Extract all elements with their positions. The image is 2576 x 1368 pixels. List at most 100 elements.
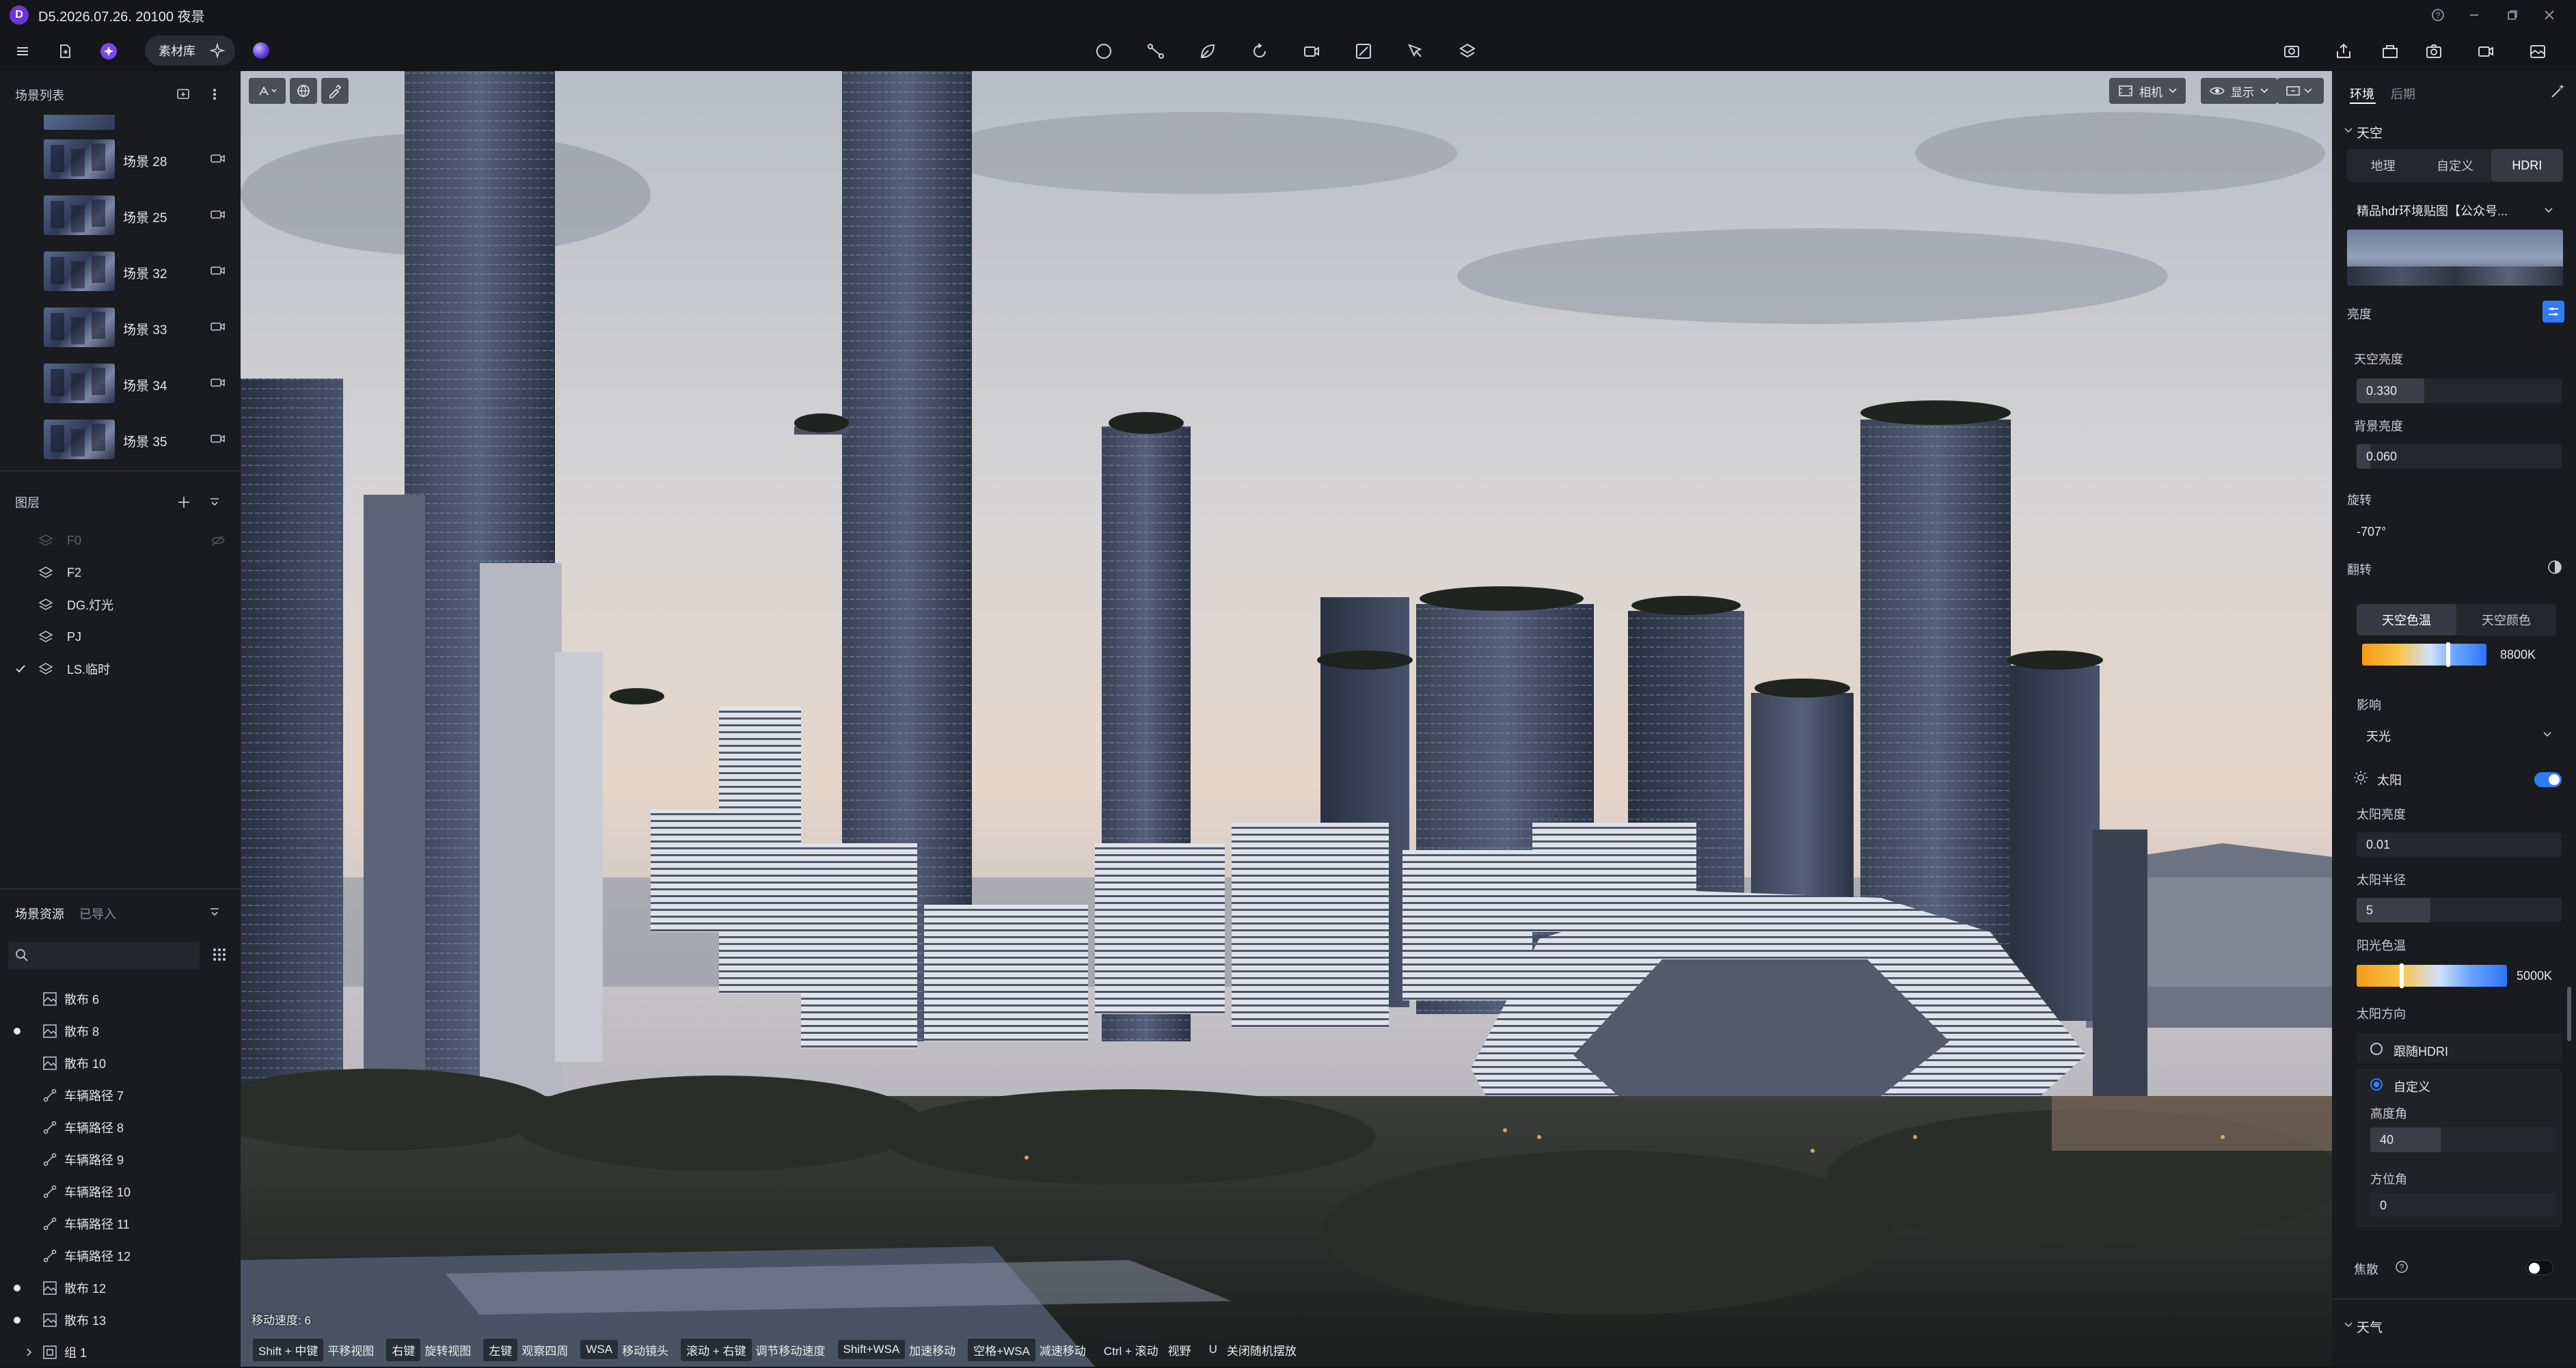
asset-list-item[interactable]: 车辆路径 9 — [0, 1143, 241, 1175]
scene-list-item[interactable]: 场景 28 — [44, 138, 241, 182]
sky-temperature-slider[interactable] — [2362, 642, 2486, 667]
scene-list-item[interactable]: 场景 33 — [44, 306, 241, 350]
screenshot-camera-icon[interactable] — [2421, 38, 2447, 64]
right-panel-scrollbar[interactable] — [2567, 987, 2571, 1041]
panorama-icon[interactable] — [2525, 38, 2551, 64]
asset-search-input[interactable] — [8, 942, 200, 969]
bg-brightness-slider[interactable]: 0.060 — [2357, 444, 2562, 469]
chevron-down-icon[interactable] — [2344, 127, 2353, 134]
3d-viewport[interactable]: 相机 显示 移动速度: 6 Shift + 中键 平移视图 右键 旋转视图 左键 观察四周… — [241, 71, 2332, 1367]
minimize-button[interactable] — [2463, 4, 2485, 26]
asset-list-item[interactable]: 散布 8 — [0, 1015, 241, 1047]
follow-hdri-option[interactable]: 跟随HDRI — [2357, 1033, 2562, 1063]
hdri-select[interactable]: 精品hdr环境贴图【公众号... — [2347, 197, 2563, 224]
tab-sky-color[interactable]: 天空颜色 — [2456, 604, 2556, 635]
image-tool-icon[interactable] — [1351, 38, 1377, 64]
info-icon[interactable]: ? — [2395, 1260, 2409, 1274]
ai-assistant-icon[interactable] — [96, 38, 122, 64]
leaf-tool-icon[interactable] — [1195, 38, 1221, 64]
assistant-orb-icon[interactable] — [253, 42, 269, 59]
viewport-layout-dropdown[interactable] — [2277, 78, 2324, 104]
hidden-eye-icon[interactable] — [211, 534, 226, 547]
display-dropdown[interactable]: 显示 — [2201, 78, 2277, 104]
sun-temperature-slider[interactable] — [2357, 963, 2507, 988]
asset-list-item[interactable]: 散布 10 — [0, 1047, 241, 1079]
layer-item[interactable]: DG.灯光 — [0, 589, 241, 620]
sky-temperature-handle[interactable] — [2446, 642, 2450, 667]
pen-tool-icon[interactable] — [1402, 38, 1428, 64]
close-button[interactable] — [2538, 4, 2560, 26]
sun-brightness-slider[interactable]: 0.01 — [2357, 832, 2562, 857]
scene-list-item[interactable]: 场景 34 — [44, 362, 241, 406]
circle-shape-icon[interactable] — [1091, 38, 1117, 64]
layer-item[interactable]: LS.临时 — [0, 653, 241, 685]
package-icon[interactable] — [2377, 38, 2403, 64]
tab-sky-temperature[interactable]: 天空色温 — [2357, 604, 2456, 635]
rotate-tool-icon[interactable] — [1247, 38, 1273, 64]
asset-list-item[interactable]: 车辆路径 10 — [0, 1175, 241, 1207]
sun-temperature-handle[interactable] — [2400, 963, 2404, 988]
tab-scene-assets[interactable]: 场景资源 — [15, 905, 64, 922]
more-options-icon[interactable] — [209, 87, 220, 101]
contrast-icon[interactable] — [2547, 559, 2563, 575]
camera-icon[interactable] — [211, 321, 226, 332]
sun-toggle[interactable] — [2534, 772, 2562, 787]
nav-mode-dropdown[interactable] — [249, 78, 286, 104]
layer-item[interactable]: F0 — [0, 525, 241, 556]
magic-wand-icon[interactable] — [2549, 82, 2567, 100]
assets-collapse-icon[interactable] — [209, 907, 220, 917]
tab-postprocess[interactable]: 后期 — [2391, 85, 2415, 102]
scene-list-item[interactable]: 场景 32 — [44, 250, 241, 294]
layer-item[interactable]: PJ — [0, 621, 241, 653]
tab-imported[interactable]: 已导入 — [79, 905, 116, 922]
sky-brightness-slider[interactable]: 0.330 — [2357, 379, 2562, 403]
add-layer-icon[interactable] — [176, 495, 191, 510]
influence-select[interactable]: 天光 — [2357, 722, 2562, 746]
tab-environment[interactable]: 环境 — [2350, 85, 2374, 102]
camera-tool-icon[interactable] — [1299, 38, 1325, 64]
asset-list-item[interactable]: 车辆路径 8 — [0, 1111, 241, 1143]
help-icon[interactable]: ? — [2427, 4, 2449, 26]
checkmark-icon[interactable] — [15, 664, 36, 674]
sky-mode-hdri[interactable]: HDRI — [2491, 149, 2563, 182]
azimuth-slider[interactable]: 0 — [2370, 1193, 2556, 1218]
camera-icon[interactable] — [211, 265, 226, 276]
sky-mode-custom[interactable]: 自定义 — [2419, 149, 2491, 182]
camera-icon[interactable] — [211, 433, 226, 444]
brightness-adjust-button[interactable] — [2543, 301, 2564, 323]
layers-collapse-icon[interactable] — [209, 497, 220, 507]
chevron-down-icon[interactable] — [2344, 1322, 2353, 1328]
scene-list-item[interactable]: 场景 25 — [44, 194, 241, 238]
sun-radius-slider[interactable]: 5 — [2357, 898, 2562, 922]
chevron-right-icon[interactable] — [26, 1348, 33, 1357]
video-record-icon[interactable] — [2473, 38, 2499, 64]
grid-view-icon[interactable] — [212, 947, 227, 962]
path-tool-icon[interactable] — [1143, 38, 1169, 64]
camera-dropdown[interactable]: 相机 — [2109, 78, 2186, 104]
camera-icon[interactable] — [211, 377, 226, 388]
layers-tool-icon[interactable] — [1454, 38, 1480, 64]
camera-icon[interactable] — [211, 209, 226, 220]
asset-list-item[interactable]: 散布 6 — [0, 983, 241, 1015]
sky-mode-geo[interactable]: 地理 — [2347, 149, 2419, 182]
rotation-input[interactable]: -707° — [2347, 519, 2563, 544]
asset-list-item[interactable]: 车辆路径 11 — [0, 1207, 241, 1240]
asset-list-item[interactable]: 散布 13 — [0, 1304, 241, 1336]
render-settings-icon[interactable] — [2279, 38, 2305, 64]
scene-list-item[interactable]: 场景 35 — [44, 418, 241, 462]
restore-button[interactable] — [2502, 4, 2523, 26]
caustics-toggle[interactable] — [2526, 1260, 2553, 1275]
asset-list-item[interactable]: 车辆路径 7 — [0, 1079, 241, 1111]
asset-list-item[interactable]: 车辆路径 12 — [0, 1240, 241, 1272]
custom-direction-option[interactable]: 自定义 高度角 40 方位角 0 — [2357, 1069, 2562, 1227]
altitude-slider[interactable]: 40 — [2370, 1127, 2556, 1152]
globe-icon[interactable] — [290, 78, 317, 104]
menu-icon[interactable] — [10, 38, 36, 64]
camera-icon[interactable] — [211, 153, 226, 164]
asset-list-item[interactable]: 组 1 — [0, 1336, 241, 1368]
export-icon[interactable] — [2331, 38, 2357, 64]
layer-item[interactable]: F2 — [0, 557, 241, 588]
asset-list-item[interactable]: 散布 12 — [0, 1272, 241, 1304]
add-scene-icon[interactable] — [176, 87, 191, 101]
material-library-button[interactable]: 素材库 — [145, 36, 235, 66]
